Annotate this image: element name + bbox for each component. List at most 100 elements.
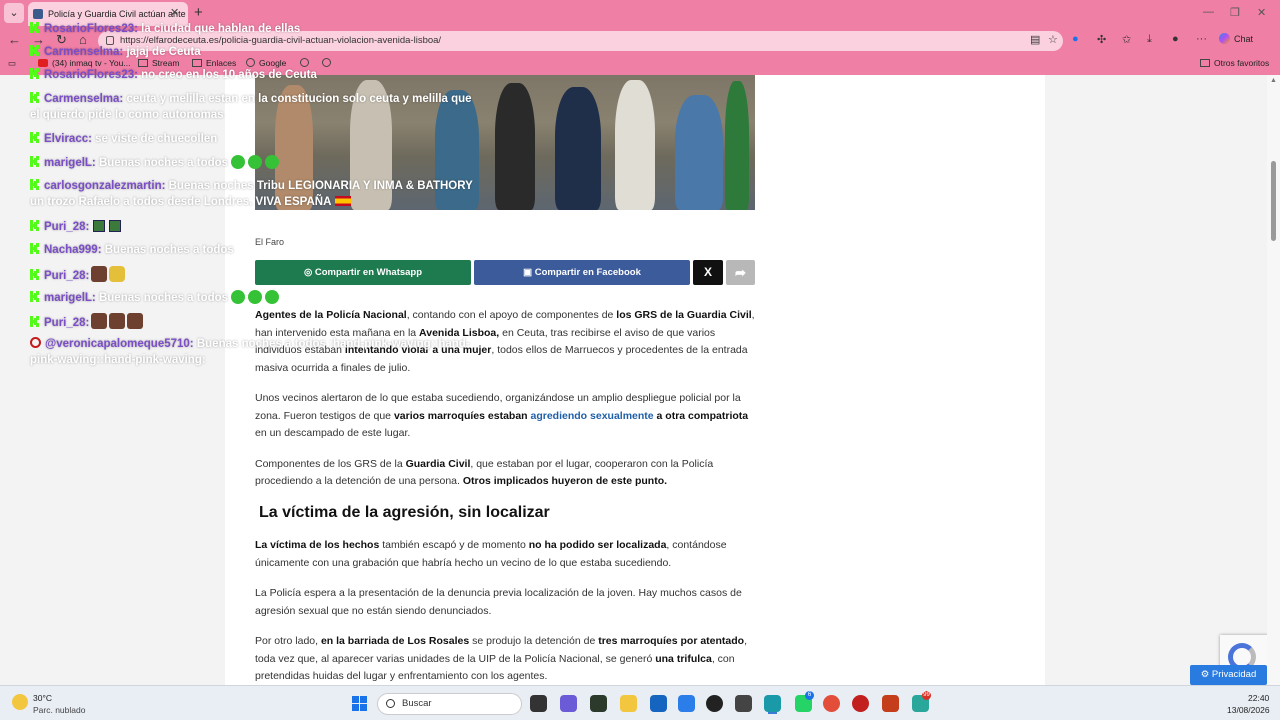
windows-start-icon[interactable] [352,696,368,712]
file-explorer-icon[interactable] [620,695,637,712]
maximize-icon[interactable]: ❐ [1230,6,1240,19]
chat-text: Buenas noches a todos [98,292,229,304]
chrome-icon[interactable] [823,695,840,712]
chat-message-continuation: pink-waving::hand-pink-waving: [30,354,206,366]
chat-username[interactable]: carlosgonzalezmartin: [44,180,165,192]
paragraph: Unos vecinos alertaron de lo que estaba … [255,392,749,439]
downloads-icon[interactable]: ⤓ [1147,33,1152,46]
kick-icon [30,132,40,143]
copilot-chat-button[interactable]: Chat [1219,33,1253,44]
chat-message: carlosgonzalezmartin: Buenas noches Trib… [30,179,473,192]
emote-icon [265,155,280,169]
other-favorites-label: Otros favoritos [1214,58,1270,68]
chat-username[interactable]: Puri_28: [44,270,89,282]
extension-icon[interactable]: ● [1072,33,1079,45]
chat-message: Carmenselma: ceuta y melilla estan en la… [30,92,472,105]
paragraph: La Policía espera a la presentación de l… [255,587,742,617]
privacy-button[interactable]: ⚙ Privacidad [1190,665,1267,685]
chat-username[interactable]: marigelL: [44,292,96,304]
share-more-button[interactable]: ➦ [726,260,755,285]
kick-icon [30,68,40,79]
store-icon[interactable] [650,695,667,712]
share-x-button[interactable]: X [693,260,723,285]
clock-time[interactable]: 22:40 [1248,693,1269,703]
app-icon[interactable] [852,695,869,712]
article-link[interactable]: agrediendo sexualmente [531,410,654,422]
section-heading: La víctima de la agresión, sin localizar [259,503,550,521]
weather-temperature[interactable]: 30°C [33,693,52,703]
chat-message: RosarioFlores23: la ciudad que hablan de… [30,22,300,35]
chat-username[interactable]: Carmenselma: [44,46,123,58]
task-view-icon[interactable] [530,695,547,712]
extensions-puzzle-icon[interactable]: ✣ [1097,33,1106,46]
kick-icon [30,22,40,33]
photo-figure [725,81,749,210]
kick-icon [30,269,40,280]
notification-badge: 6 [805,691,814,700]
kick-icon [30,291,40,302]
favorite-star-icon[interactable]: ☆ [1048,33,1058,46]
chat-username[interactable]: @veronicapalomeque5710: [45,338,194,350]
other-favorites[interactable]: Otros favoritos [1200,58,1269,68]
chat-message-continuation: un trozo Rafaelo a todos desde Londres. … [30,196,351,208]
chat-text: pink-waving::hand-pink-waving: [30,354,206,366]
chat-text: jajaj de Ceuta [126,46,201,58]
chat-username[interactable]: RosarioFlores23: [44,69,138,81]
more-menu-icon[interactable]: ··· [1196,33,1207,45]
photo-figure [555,87,601,210]
teams-icon[interactable] [560,695,577,712]
chat-username[interactable]: Nacha999: [44,244,102,256]
scrollbar-thumb[interactable] [1271,161,1276,241]
weather-sun-icon[interactable] [12,694,28,710]
paragraph: La víctima de los hechos también escapó … [255,539,727,569]
clock-date[interactable]: 13/08/2026 [1227,705,1270,715]
profile-avatar-icon[interactable]: ● [1172,33,1179,45]
chat-message: Carmenselma: jajaj de Ceuta [30,45,201,58]
reader-mode-icon[interactable]: ▤ [1030,33,1040,46]
app-icon[interactable] [678,695,695,712]
scrollbar[interactable]: ▲ [1267,75,1280,685]
search-icon [386,699,395,708]
chat-username[interactable]: RosarioFlores23: [44,23,138,35]
emote-icon [91,313,108,329]
spain-flag-icon [334,196,351,206]
chat-text: se viste de chuecollen [95,133,218,145]
chat-username[interactable]: Puri_28: [44,221,89,233]
chat-message: RosarioFlores23: no creo en los 10 años … [30,68,317,81]
chat-username[interactable]: marigelL: [44,157,96,169]
taskbar-search-box[interactable]: Buscar [377,693,522,715]
photo-figure [675,95,723,210]
weather-description[interactable]: Parc. nublado [33,705,85,715]
youtube-icon [30,337,41,348]
emote-icon [231,155,246,169]
edge-browser-icon[interactable] [764,695,781,712]
app-icon[interactable] [590,695,607,712]
emote-icon [248,155,263,169]
chat-text: Buenas noches a todos :hand-pink-waving:… [196,338,470,350]
emote-icon [109,220,122,232]
chat-username[interactable]: Elviracc: [44,133,92,145]
window-close-icon[interactable]: ✕ [1257,6,1266,19]
chat-text: no creo en los 10 años de Ceuta [141,69,317,81]
powerpoint-icon[interactable] [882,695,899,712]
emote-icon [93,220,106,232]
chat-overlay: RosarioFlores23: la ciudad que hablan de… [0,18,560,378]
minimize-icon[interactable]: — [1203,6,1214,18]
emote-icon [127,313,144,329]
scroll-up-icon[interactable]: ▲ [1270,77,1277,84]
app-icon[interactable] [735,695,752,712]
emote-icon [231,290,246,304]
chat-username[interactable]: Carmenselma: [44,93,123,105]
chat-message: Puri_28: [30,220,122,233]
obs-icon[interactable] [706,695,723,712]
kick-icon [30,92,40,103]
emote-icon [265,290,280,304]
chat-username[interactable]: Puri_28: [44,317,89,329]
notification-badge: 99 [922,691,931,700]
chat-message: @veronicapalomeque5710: Buenas noches a … [30,337,470,350]
emote-icon [91,266,108,282]
paragraph: Por otro lado, en la barriada de Los Ros… [255,635,747,682]
favorites-icon[interactable]: ✩ [1122,33,1131,46]
emote-icon [248,290,263,304]
kick-icon [30,220,40,231]
